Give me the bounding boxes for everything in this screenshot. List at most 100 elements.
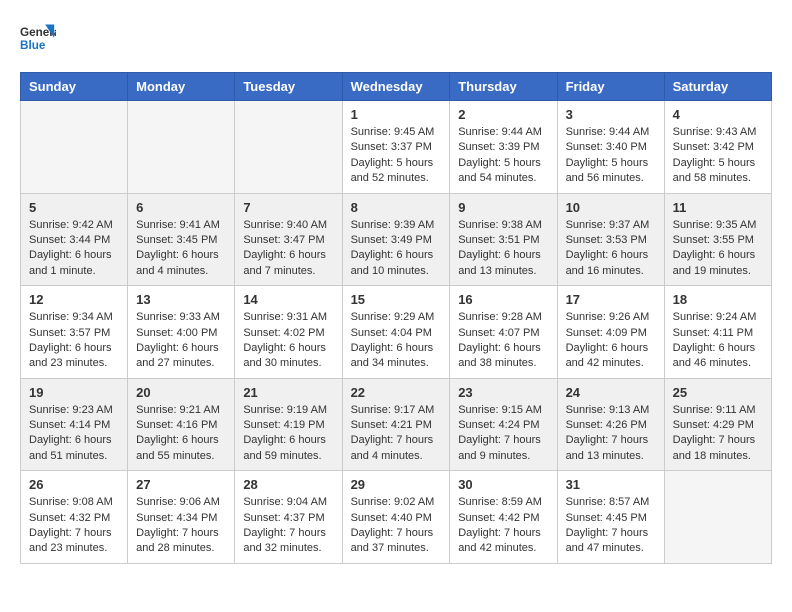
day-info: Sunrise: 9:39 AM Sunset: 3:49 PM Dayligh… (351, 218, 442, 280)
day-number: 13 (136, 292, 226, 307)
day-number: 27 (136, 477, 226, 492)
calendar-cell: 12 Sunrise: 9:34 AM Sunset: 3:57 PM Dayli… (21, 286, 128, 379)
calendar-cell: 25 Sunrise: 9:11 AM Sunset: 4:29 PM Dayli… (664, 378, 771, 471)
day-number: 2 (458, 107, 548, 122)
day-info: Sunrise: 9:44 AM Sunset: 3:40 PM Dayligh… (566, 125, 656, 187)
calendar-cell: 15 Sunrise: 9:29 AM Sunset: 4:04 PM Dayli… (342, 286, 450, 379)
weekday-header-monday: Monday (128, 73, 235, 101)
logo: General Blue (20, 20, 56, 56)
calendar-cell: 11Sunrise: 9:35 AM Sunset: 3:55 PM Dayli… (664, 193, 771, 286)
day-number: 29 (351, 477, 442, 492)
day-info: Sunrise: 9:38 AM Sunset: 3:51 PM Dayligh… (458, 218, 548, 280)
calendar-week-row: 5 Sunrise: 9:42 AM Sunset: 3:44 PM Daylig… (21, 193, 772, 286)
day-number: 30 (458, 477, 548, 492)
calendar-cell: 3 Sunrise: 9:44 AM Sunset: 3:40 PM Daylig… (557, 101, 664, 194)
day-info: Sunrise: 9:37 AM Sunset: 3:53 PM Dayligh… (566, 218, 656, 280)
calendar-cell: 27Sunrise: 9:06 AM Sunset: 4:34 PM Dayli… (128, 471, 235, 564)
calendar-header-row: SundayMondayTuesdayWednesdayThursdayFrid… (21, 73, 772, 101)
weekday-header-saturday: Saturday (664, 73, 771, 101)
weekday-header-friday: Friday (557, 73, 664, 101)
weekday-header-sunday: Sunday (21, 73, 128, 101)
calendar-cell: 26 Sunrise: 9:08 AM Sunset: 4:32 PM Dayli… (21, 471, 128, 564)
logo-icon: General Blue (20, 20, 56, 56)
day-info: Sunrise: 9:29 AM Sunset: 4:04 PM Dayligh… (351, 310, 442, 372)
calendar-cell (235, 101, 342, 194)
day-number: 25 (673, 385, 763, 400)
calendar-cell: 28 Sunrise: 9:04 AM Sunset: 4:37 PM Dayli… (235, 471, 342, 564)
calendar-cell: 23 Sunrise: 9:15 AM Sunset: 4:24 PM Dayli… (450, 378, 557, 471)
calendar-cell: 8 Sunrise: 9:39 AM Sunset: 3:49 PM Daylig… (342, 193, 450, 286)
weekday-header-wednesday: Wednesday (342, 73, 450, 101)
day-info: Sunrise: 9:17 AM Sunset: 4:21 PM Dayligh… (351, 403, 442, 465)
calendar-cell: 4 Sunrise: 9:43 AM Sunset: 3:42 PM Daylig… (664, 101, 771, 194)
calendar-cell: 30Sunrise: 8:59 AM Sunset: 4:42 PM Dayli… (450, 471, 557, 564)
day-number: 3 (566, 107, 656, 122)
day-info: Sunrise: 9:33 AM Sunset: 4:00 PM Dayligh… (136, 310, 226, 372)
day-number: 10 (566, 200, 656, 215)
calendar-cell: 9Sunrise: 9:38 AM Sunset: 3:51 PM Daylig… (450, 193, 557, 286)
day-number: 21 (243, 385, 333, 400)
day-info: Sunrise: 9:15 AM Sunset: 4:24 PM Dayligh… (458, 403, 548, 465)
day-info: Sunrise: 9:02 AM Sunset: 4:40 PM Dayligh… (351, 495, 442, 557)
day-info: Sunrise: 9:19 AM Sunset: 4:19 PM Dayligh… (243, 403, 333, 465)
calendar-cell (21, 101, 128, 194)
weekday-header-thursday: Thursday (450, 73, 557, 101)
day-info: Sunrise: 9:11 AM Sunset: 4:29 PM Dayligh… (673, 403, 763, 465)
calendar-cell: 6Sunrise: 9:41 AM Sunset: 3:45 PM Daylig… (128, 193, 235, 286)
day-info: Sunrise: 8:57 AM Sunset: 4:45 PM Dayligh… (566, 495, 656, 557)
calendar-cell (664, 471, 771, 564)
day-info: Sunrise: 9:44 AM Sunset: 3:39 PM Dayligh… (458, 125, 548, 187)
calendar-cell: 14 Sunrise: 9:31 AM Sunset: 4:02 PM Dayli… (235, 286, 342, 379)
day-info: Sunrise: 9:24 AM Sunset: 4:11 PM Dayligh… (673, 310, 763, 372)
day-info: Sunrise: 9:23 AM Sunset: 4:14 PM Dayligh… (29, 403, 119, 465)
day-info: Sunrise: 9:34 AM Sunset: 3:57 PM Dayligh… (29, 310, 119, 372)
calendar-cell: 19Sunrise: 9:23 AM Sunset: 4:14 PM Dayli… (21, 378, 128, 471)
day-number: 22 (351, 385, 442, 400)
day-number: 8 (351, 200, 442, 215)
day-info: Sunrise: 9:04 AM Sunset: 4:37 PM Dayligh… (243, 495, 333, 557)
calendar-cell: 21 Sunrise: 9:19 AM Sunset: 4:19 PM Dayli… (235, 378, 342, 471)
day-number: 26 (29, 477, 119, 492)
day-number: 18 (673, 292, 763, 307)
day-info: Sunrise: 9:40 AM Sunset: 3:47 PM Dayligh… (243, 218, 333, 280)
day-number: 31 (566, 477, 656, 492)
day-number: 5 (29, 200, 119, 215)
calendar-cell: 7 Sunrise: 9:40 AM Sunset: 3:47 PM Daylig… (235, 193, 342, 286)
day-info: Sunrise: 9:43 AM Sunset: 3:42 PM Dayligh… (673, 125, 763, 187)
calendar-week-row: 1 Sunrise: 9:45 AM Sunset: 3:37 PM Daylig… (21, 101, 772, 194)
day-number: 16 (458, 292, 548, 307)
calendar-cell: 5 Sunrise: 9:42 AM Sunset: 3:44 PM Daylig… (21, 193, 128, 286)
calendar: SundayMondayTuesdayWednesdayThursdayFrid… (20, 72, 772, 564)
calendar-week-row: 12 Sunrise: 9:34 AM Sunset: 3:57 PM Dayli… (21, 286, 772, 379)
calendar-week-row: 26 Sunrise: 9:08 AM Sunset: 4:32 PM Dayli… (21, 471, 772, 564)
day-number: 20 (136, 385, 226, 400)
day-info: Sunrise: 9:08 AM Sunset: 4:32 PM Dayligh… (29, 495, 119, 557)
calendar-cell: 31 Sunrise: 8:57 AM Sunset: 4:45 PM Dayli… (557, 471, 664, 564)
calendar-week-row: 19Sunrise: 9:23 AM Sunset: 4:14 PM Dayli… (21, 378, 772, 471)
day-info: Sunrise: 9:28 AM Sunset: 4:07 PM Dayligh… (458, 310, 548, 372)
weekday-header-tuesday: Tuesday (235, 73, 342, 101)
day-number: 7 (243, 200, 333, 215)
day-info: Sunrise: 9:45 AM Sunset: 3:37 PM Dayligh… (351, 125, 442, 187)
day-info: Sunrise: 9:31 AM Sunset: 4:02 PM Dayligh… (243, 310, 333, 372)
calendar-cell: 10 Sunrise: 9:37 AM Sunset: 3:53 PM Dayli… (557, 193, 664, 286)
day-number: 11 (673, 200, 763, 215)
svg-text:Blue: Blue (20, 39, 46, 52)
day-info: Sunrise: 9:42 AM Sunset: 3:44 PM Dayligh… (29, 218, 119, 280)
day-number: 24 (566, 385, 656, 400)
day-number: 28 (243, 477, 333, 492)
day-number: 14 (243, 292, 333, 307)
day-info: Sunrise: 9:26 AM Sunset: 4:09 PM Dayligh… (566, 310, 656, 372)
calendar-cell: 13 Sunrise: 9:33 AM Sunset: 4:00 PM Dayli… (128, 286, 235, 379)
day-number: 15 (351, 292, 442, 307)
day-number: 17 (566, 292, 656, 307)
day-number: 12 (29, 292, 119, 307)
calendar-cell: 20Sunrise: 9:21 AM Sunset: 4:16 PM Dayli… (128, 378, 235, 471)
calendar-cell: 2 Sunrise: 9:44 AM Sunset: 3:39 PM Daylig… (450, 101, 557, 194)
day-number: 4 (673, 107, 763, 122)
calendar-cell (128, 101, 235, 194)
calendar-cell: 17 Sunrise: 9:26 AM Sunset: 4:09 PM Dayli… (557, 286, 664, 379)
calendar-cell: 16 Sunrise: 9:28 AM Sunset: 4:07 PM Dayli… (450, 286, 557, 379)
day-number: 23 (458, 385, 548, 400)
day-number: 1 (351, 107, 442, 122)
